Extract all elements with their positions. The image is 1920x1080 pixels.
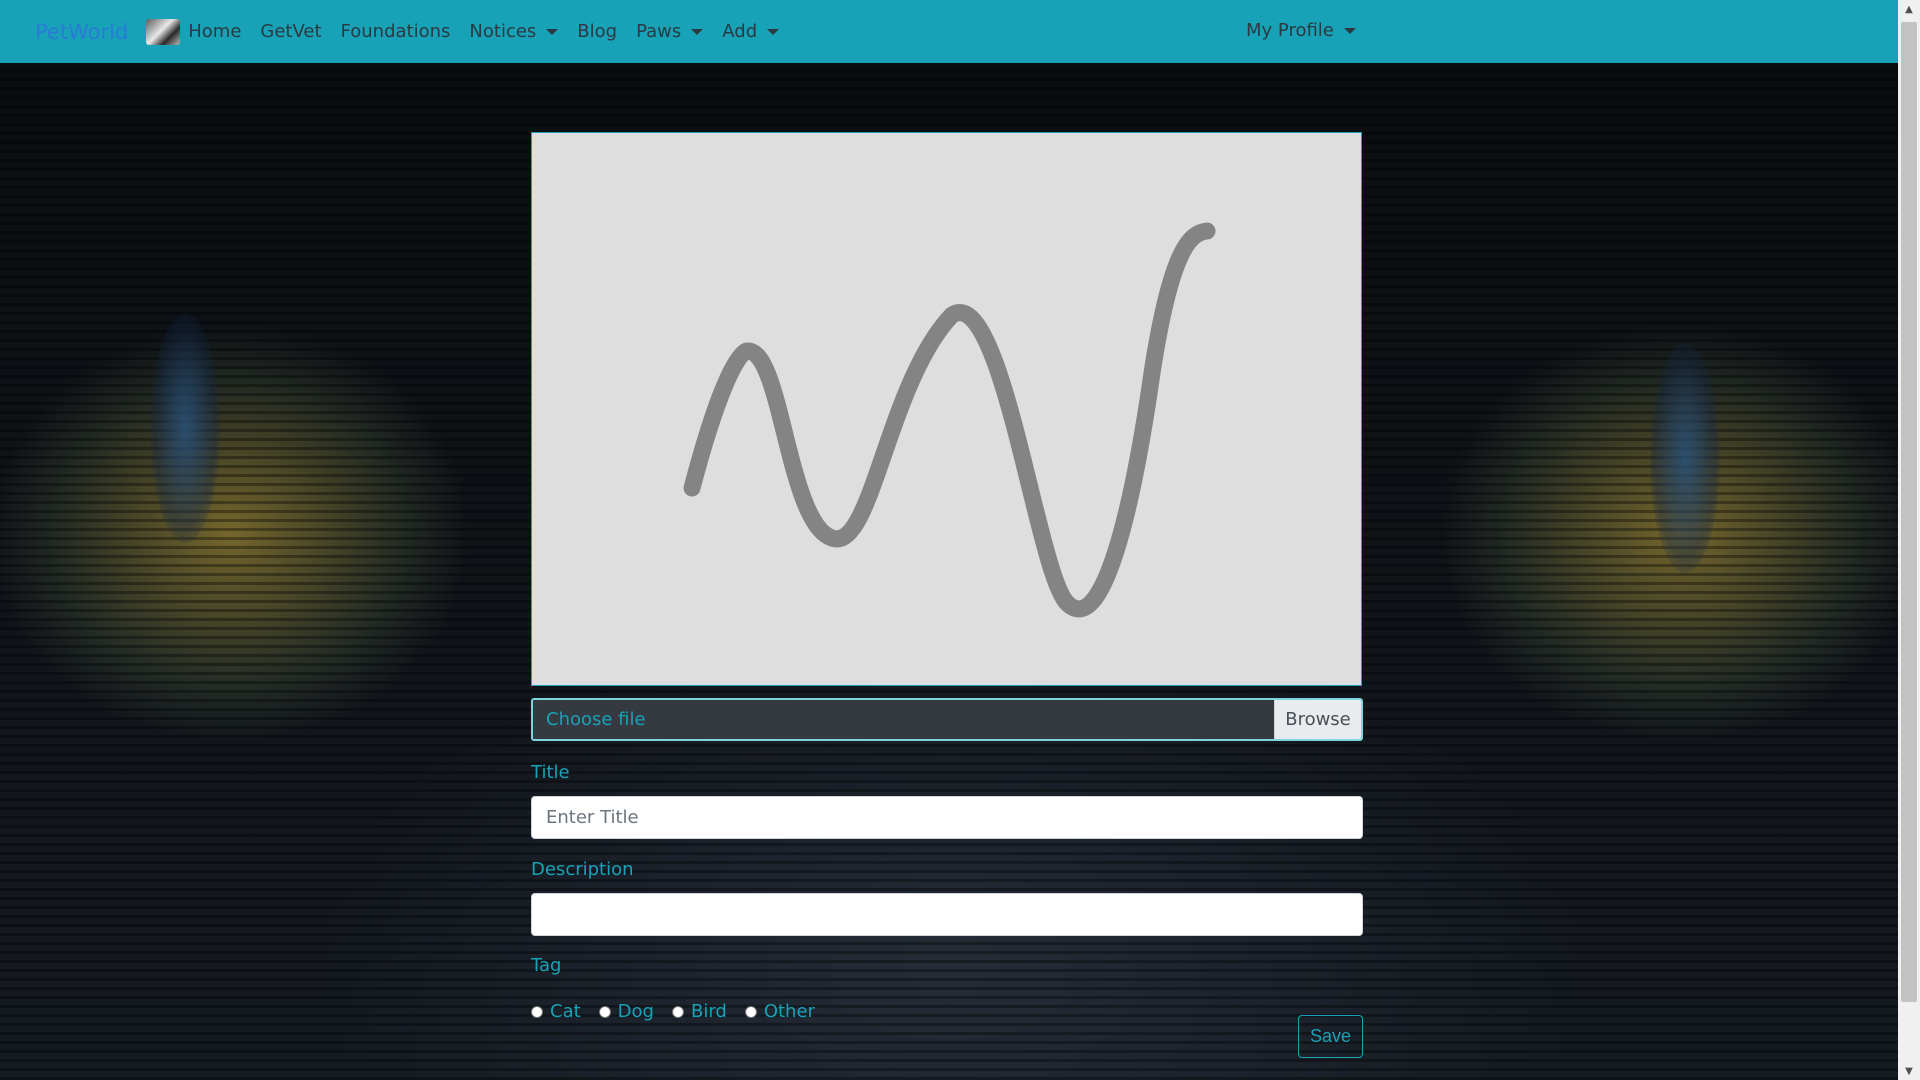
tag-radio-group: Cat Dog Bird Other [531,1001,833,1022]
tag-option-label: Bird [690,1001,727,1022]
nav-foundations-label: Foundations [340,21,451,42]
scrollbar-thumb[interactable] [1901,22,1917,1002]
right-eye-pupil [1650,343,1720,573]
radio-button[interactable] [671,1005,684,1018]
description-label: Description [531,859,634,880]
nav-home[interactable]: Home [188,21,241,42]
browse-button[interactable]: Browse [1274,700,1361,739]
nav-profile-dropdown[interactable]: My Profile [1246,20,1356,41]
caret-down-icon [767,28,780,35]
nav-profile-label: My Profile [1246,20,1334,41]
nav-paws-dropdown[interactable]: Paws [636,21,704,42]
radio-button[interactable] [598,1005,611,1018]
tag-label: Tag [531,955,562,976]
tag-option-other[interactable]: Other [744,1001,815,1022]
tag-option-label: Cat [550,1001,581,1022]
nav-notices-dropdown[interactable]: Notices [469,21,559,42]
caret-down-icon [546,28,559,35]
nav-getvet[interactable]: GetVet [260,21,321,42]
file-input-label[interactable]: Choose file [533,700,1274,739]
tag-option-label: Dog [617,1001,654,1022]
tag-option-dog[interactable]: Dog [598,1001,654,1022]
caret-down-icon [1343,27,1356,34]
tag-option-bird[interactable]: Bird [671,1001,727,1022]
left-eye-pupil [150,313,220,543]
brand-link[interactable]: PetWorld [35,20,128,44]
title-label: Title [531,762,570,783]
title-input[interactable] [531,796,1363,839]
nav-foundations[interactable]: Foundations [341,21,451,42]
user-avatar [146,18,181,45]
file-input[interactable]: Choose file Browse [531,698,1363,741]
image-placeholder-icon [683,222,1216,618]
nav-add-dropdown[interactable]: Add [722,21,780,42]
nav-paws-label: Paws [636,21,682,42]
description-input[interactable] [531,893,1363,936]
nav-add-label: Add [722,21,758,42]
nav-blog-label: Blog [577,21,618,42]
radio-button[interactable] [744,1005,757,1018]
scroll-up-arrow-icon[interactable]: ▲ [1898,0,1920,18]
tag-option-cat[interactable]: Cat [531,1001,581,1022]
nav-home-label: Home [188,21,242,42]
nav-notices-label: Notices [469,21,537,42]
save-button[interactable]: Save [1298,1015,1363,1058]
image-preview [531,132,1362,686]
top-navbar: PetWorld Home GetVet Foundations Notices… [0,0,1898,63]
vertical-scrollbar[interactable]: ▲ ▼ [1898,0,1920,1080]
scroll-down-arrow-icon[interactable]: ▼ [1898,1062,1920,1080]
nav-getvet-label: GetVet [260,21,322,42]
tag-option-label: Other [763,1001,815,1022]
nav-blog[interactable]: Blog [577,21,617,42]
caret-down-icon [691,28,704,35]
radio-button[interactable] [531,1005,543,1018]
